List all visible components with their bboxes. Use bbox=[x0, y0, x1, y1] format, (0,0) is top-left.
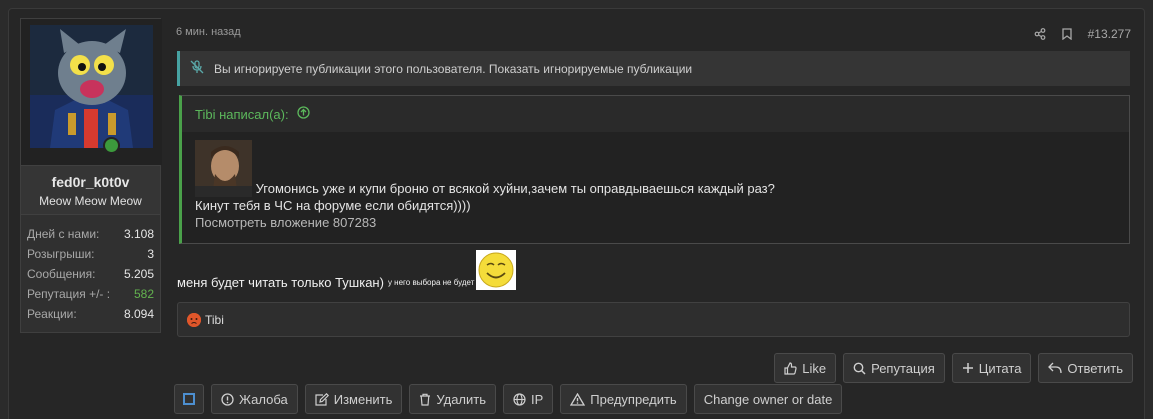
plus-icon bbox=[962, 363, 973, 373]
post-message: меня будет читать только Тушкан) у него … bbox=[177, 250, 517, 290]
warning-triangle-icon bbox=[570, 392, 586, 406]
post-time[interactable]: 6 мин. назад bbox=[176, 26, 241, 38]
change-owner-button[interactable]: Change owner or date bbox=[693, 384, 843, 414]
message-text: меня будет читать только Тушкан) bbox=[177, 275, 384, 290]
delete-button[interactable]: Удалить bbox=[409, 384, 496, 414]
reply-icon bbox=[1048, 362, 1063, 374]
avatar[interactable] bbox=[30, 25, 153, 148]
stat-giveaways: Розыгрыши: 3 bbox=[27, 247, 154, 261]
quote-line-2: Кинут тебя в ЧС на форуме если обидятся)… bbox=[195, 198, 471, 213]
quote-block: Tibi написал(а): Угомонись уже и купи бр… bbox=[179, 95, 1130, 244]
post-primary-actions: Like Репутация Цитата Ответить bbox=[774, 353, 1133, 383]
stat-reactions: Реакции: 8.094 bbox=[27, 307, 154, 321]
quote-body: Угомонись уже и купи броню от всякой хуй… bbox=[182, 132, 1129, 231]
edit-icon bbox=[315, 392, 329, 406]
quote-header[interactable]: Tibi написал(а): bbox=[182, 96, 1129, 132]
post-number[interactable]: #13.277 bbox=[1088, 27, 1131, 41]
globe-icon bbox=[513, 392, 526, 406]
reactions-bar[interactable]: Tibi bbox=[177, 302, 1130, 337]
quote-line-1: Угомонись уже и купи броню от всякой хуй… bbox=[255, 181, 775, 196]
post-header-actions: #13.277 bbox=[1034, 27, 1131, 41]
ignored-notice[interactable]: Вы игнорируете публикации этого пользова… bbox=[177, 51, 1130, 86]
reaction-user[interactable]: Tibi bbox=[205, 313, 224, 327]
smiley-image bbox=[476, 250, 517, 290]
username[interactable]: fed0r_k0t0v bbox=[21, 174, 160, 190]
search-icon bbox=[853, 362, 866, 375]
user-title: Meow Meow Meow bbox=[39, 194, 142, 208]
edit-button[interactable]: Изменить bbox=[304, 384, 403, 414]
alert-circle-icon bbox=[221, 392, 234, 406]
muted-mic-icon bbox=[190, 60, 204, 77]
quote-attachment-link[interactable]: Посмотреть вложение 807283 bbox=[195, 214, 1116, 231]
quote-button[interactable]: Цитата bbox=[951, 353, 1032, 383]
select-post-checkbox[interactable] bbox=[174, 384, 204, 414]
stat-reputation: Репутация +/- :582 bbox=[27, 287, 154, 301]
message-small-text: у него выбора не будет bbox=[387, 278, 475, 287]
report-button[interactable]: Жалоба bbox=[211, 384, 298, 414]
user-stats: Дней с нами: 3.108 Розыгрыши: 3 Сообщения:… bbox=[21, 215, 160, 324]
trash-icon bbox=[420, 393, 431, 406]
username-box: fed0r_k0t0v Meow Meow Meow bbox=[21, 165, 160, 215]
arrow-up-circle-icon[interactable] bbox=[296, 106, 310, 122]
quote-image[interactable] bbox=[195, 140, 252, 197]
warn-button[interactable]: Предупредить bbox=[560, 384, 687, 414]
ip-button[interactable]: IP bbox=[503, 384, 554, 414]
like-button[interactable]: Like bbox=[774, 353, 837, 383]
online-status-icon bbox=[103, 137, 120, 154]
bookmark-icon[interactable] bbox=[1061, 28, 1072, 40]
avatar-area bbox=[21, 19, 162, 165]
stat-days: Дней с нами: 3.108 bbox=[27, 227, 154, 241]
thumbs-up-icon bbox=[784, 361, 797, 375]
reply-button[interactable]: Ответить bbox=[1038, 353, 1133, 383]
share-icon[interactable] bbox=[1034, 28, 1046, 40]
ignored-notice-text: Вы игнорируете публикации этого пользова… bbox=[214, 61, 693, 76]
quote-author[interactable]: Tibi написал(а): bbox=[195, 107, 289, 122]
reputation-button[interactable]: Репутация bbox=[843, 353, 945, 383]
user-info-panel: fed0r_k0t0v Meow Meow Meow Дней с нами: 3… bbox=[20, 18, 162, 333]
stat-messages: Сообщения: 5.205 bbox=[27, 267, 154, 281]
post-moderation-actions: Жалоба Изменить Удалить IP Предупредить … bbox=[174, 384, 843, 414]
angry-reaction-icon bbox=[187, 312, 201, 327]
